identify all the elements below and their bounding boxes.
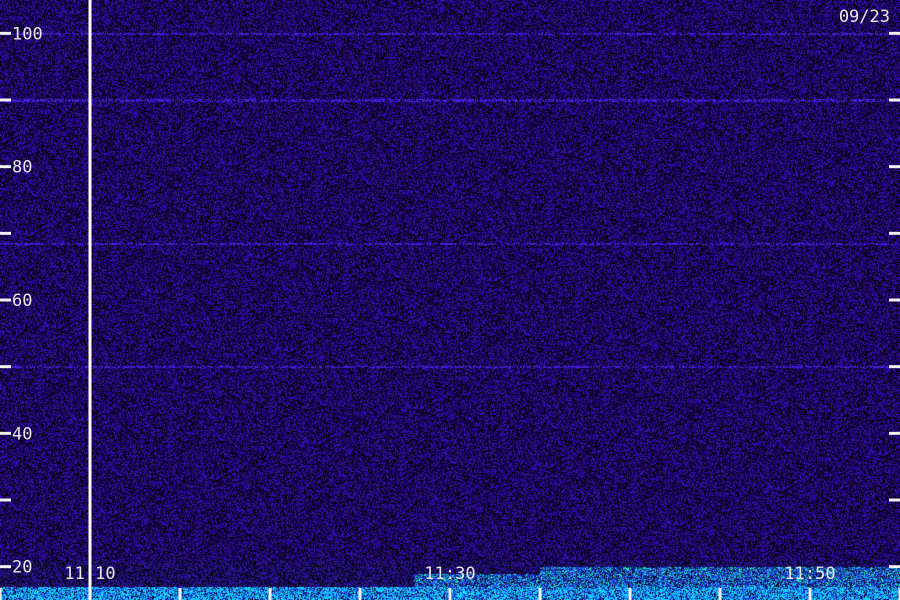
- y-tick-label: 60: [12, 291, 32, 311]
- y-tick-label: 80: [12, 158, 32, 178]
- left-y-axis: 20 40 60 80 100: [0, 24, 43, 578]
- y-tick-label: 100: [12, 24, 43, 44]
- right-y-axis: [889, 31, 900, 569]
- y-tick-label: 20: [12, 558, 32, 578]
- spectrogram-chart: 20406080100 11:1011:3011:50 09/23: [0, 0, 900, 600]
- bottom-x-axis: 11:1011:3011:50: [0, 564, 900, 600]
- x-tick-label: 11:30: [424, 564, 475, 584]
- date-label: 09/23: [839, 7, 890, 27]
- x-tick-label: 11:50: [784, 564, 835, 584]
- y-tick-label: 40: [12, 424, 32, 444]
- spectrogram-overlay: 20406080100 11:1011:3011:50 09/23: [0, 0, 900, 600]
